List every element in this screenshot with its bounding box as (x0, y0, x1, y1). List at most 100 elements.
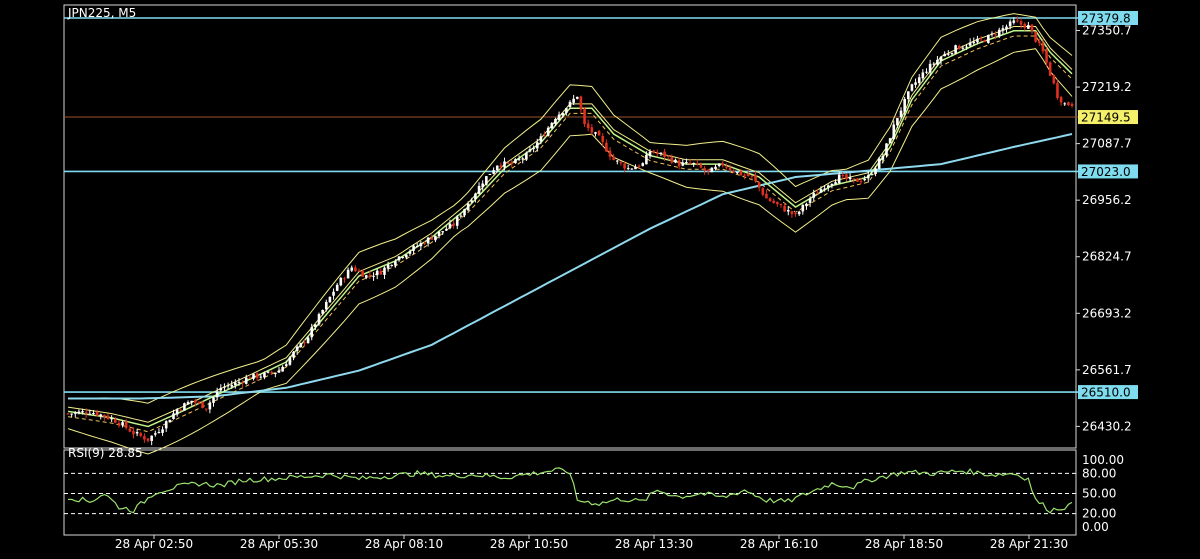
candle-up (474, 193, 477, 200)
candle-up (77, 411, 81, 414)
candle-up (150, 435, 153, 441)
candle-down (859, 181, 863, 183)
candle-up (881, 156, 885, 160)
candle-up (819, 189, 823, 193)
candle-down (103, 414, 106, 417)
candle-up (641, 163, 645, 166)
candle-up (299, 342, 303, 347)
candle-up (797, 211, 801, 215)
y-axis-tick-label: 26824.7 (1082, 250, 1132, 264)
candle-up (863, 179, 866, 181)
candle-up (295, 346, 299, 351)
candle-up (539, 136, 543, 142)
candle-up (408, 251, 412, 254)
candle-down (1019, 21, 1023, 25)
candle-up (492, 170, 495, 174)
candle-up (503, 161, 506, 168)
moving-average-slow (68, 133, 1073, 400)
candle-up (306, 337, 310, 344)
candle-up (659, 152, 663, 154)
candle-up (976, 38, 979, 43)
candle-up (546, 127, 550, 136)
candle-up (168, 419, 172, 423)
candle-down (303, 342, 306, 344)
candle-up (252, 373, 255, 379)
candle-up (215, 391, 219, 398)
candle-down (95, 411, 99, 416)
candle-up (594, 132, 597, 134)
y-axis-tick-label: 27350.7 (1082, 24, 1132, 38)
candle-down (139, 433, 143, 436)
candle-up (415, 246, 419, 248)
candle-down (677, 160, 681, 167)
candle-down (84, 412, 88, 414)
candle-up (332, 291, 335, 296)
candle-down (430, 237, 434, 240)
candle-up (92, 413, 95, 415)
candle-down (543, 135, 546, 137)
candle-up (1063, 103, 1067, 105)
candle-up (186, 402, 190, 405)
candle-down (204, 408, 208, 410)
candle-up (528, 149, 532, 152)
candle-up (183, 403, 186, 411)
candle-up (437, 231, 441, 237)
candle-down (670, 157, 674, 163)
candle-up (947, 53, 950, 55)
candle-down (452, 223, 455, 226)
candle-down (619, 161, 623, 164)
candle-up (157, 431, 161, 433)
candle-down (143, 436, 146, 440)
y-axis-tick-label: 27087.7 (1082, 137, 1132, 151)
candle-up (321, 310, 324, 314)
candle-up (412, 245, 415, 251)
candle-up (914, 82, 917, 85)
candle-up (230, 384, 233, 387)
chart-canvas[interactable]: 27350.7 27219.2 27087.7 26956.2 26824.7 26693… (0, 0, 1200, 555)
candle-down (856, 178, 859, 182)
candle-up (823, 188, 826, 190)
candle-up (692, 162, 695, 164)
rsi-title: RSI(9) 28.85 (68, 446, 143, 460)
candle-down (841, 175, 845, 177)
candle-down (354, 267, 357, 272)
candle-up (557, 114, 561, 120)
candle-down (957, 45, 961, 50)
candle-up (848, 177, 852, 180)
candle-up (517, 158, 521, 160)
candle-down (124, 421, 128, 428)
candle-up (244, 377, 248, 384)
rsi-line (67, 467, 1073, 514)
candle-down (852, 178, 856, 180)
rsi-tick-label: 20.00 (1082, 507, 1116, 521)
candle-up (903, 98, 906, 112)
candle-up (135, 431, 139, 434)
candle-down (728, 167, 732, 170)
candle-down (754, 175, 757, 182)
candle-up (481, 183, 484, 188)
price-level-label: 27379.8 (1081, 11, 1131, 25)
candle-up (837, 174, 841, 184)
candle-up (375, 270, 379, 276)
candle-down (361, 271, 364, 277)
candle-down (1030, 24, 1034, 32)
rsi-tick-label: 50.00 (1082, 487, 1116, 501)
candle-up (554, 118, 557, 124)
candle-down (725, 166, 728, 168)
candle-up (466, 203, 470, 211)
candle-up (314, 324, 317, 327)
candle-down (343, 278, 346, 280)
candle-down (117, 422, 121, 425)
candle-up (885, 143, 888, 156)
candle-up (645, 154, 648, 165)
candle-down (368, 274, 372, 276)
candle-down (757, 182, 761, 188)
candle-down (423, 243, 426, 245)
candle-up (681, 162, 685, 166)
candle-down (790, 211, 794, 215)
candle-down (768, 198, 772, 202)
candle-down (510, 162, 514, 165)
candle-down (357, 270, 361, 272)
candle-up (219, 388, 223, 391)
current-price-label: 27149.5 (1081, 111, 1131, 125)
